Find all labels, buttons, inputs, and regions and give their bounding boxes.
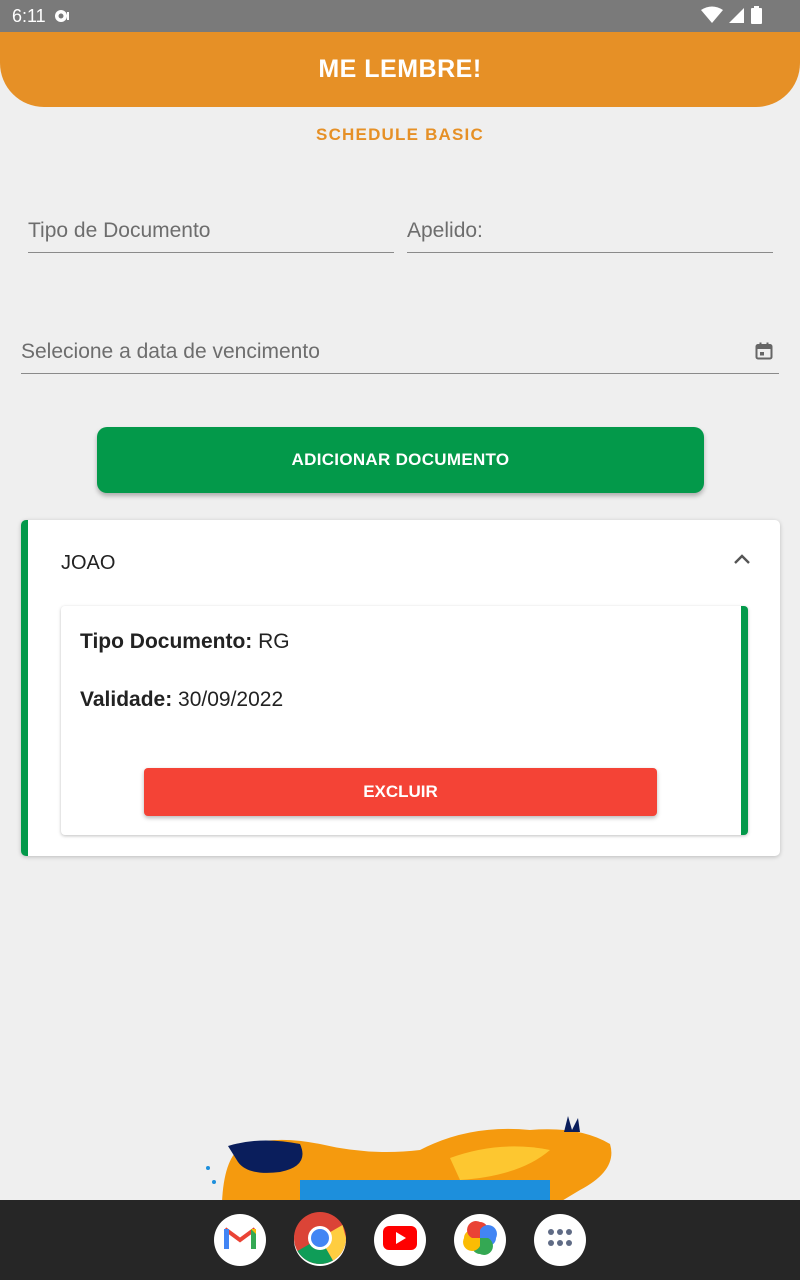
gmail-icon — [223, 1225, 257, 1256]
app-logo-image — [200, 1110, 620, 1202]
tipo-documento-value: RG — [258, 630, 290, 653]
app-bar: ME LEMBRE! — [0, 32, 800, 107]
gmail-app[interactable] — [214, 1214, 266, 1266]
data-vencimento-field[interactable] — [21, 328, 779, 374]
youtube-app[interactable] — [374, 1214, 426, 1266]
apelido-input[interactable] — [407, 207, 773, 252]
navigation-bar — [0, 1200, 800, 1280]
document-details: Tipo Documento: RG Validade: 30/09/2022 … — [61, 606, 748, 835]
battery-icon — [751, 6, 762, 29]
status-time: 6:11 — [12, 5, 46, 26]
app-subtitle: SCHEDULE BASIC — [316, 125, 484, 144]
wifi-icon — [701, 6, 723, 29]
photos-app[interactable] — [454, 1214, 506, 1266]
document-card: JOAO Tipo Documento: RG Validade: 30/09/… — [21, 520, 780, 856]
validade-row: Validade: 30/09/2022 — [80, 688, 283, 712]
chrome-app[interactable] — [294, 1211, 346, 1269]
card-title[interactable]: JOAO — [61, 552, 115, 575]
calendar-icon[interactable] — [755, 342, 773, 360]
tipo-documento-label: Tipo Documento: — [80, 630, 253, 653]
app-drawer[interactable] — [534, 1214, 586, 1266]
chevron-up-icon[interactable] — [732, 550, 752, 570]
add-document-button[interactable]: ADICIONAR DOCUMENTO — [97, 427, 704, 493]
validade-value: 30/09/2022 — [178, 688, 284, 711]
app-drawer-icon — [547, 1228, 573, 1253]
data-vencimento-input[interactable] — [21, 328, 741, 373]
apelido-field[interactable] — [407, 207, 773, 253]
status-bar: 6:11 — [0, 0, 800, 32]
photos-icon — [462, 1220, 498, 1261]
chrome-icon — [294, 1211, 346, 1269]
tipo-documento-field[interactable] — [28, 207, 394, 253]
app-title: ME LEMBRE! — [318, 55, 482, 83]
signal-icon — [729, 6, 745, 29]
tipo-documento-input[interactable] — [28, 207, 394, 252]
delete-button[interactable]: EXCLUIR — [144, 768, 657, 816]
youtube-icon — [383, 1225, 417, 1255]
tipo-documento-row: Tipo Documento: RG — [80, 630, 290, 654]
notification-icon — [54, 9, 72, 23]
validade-label: Validade: — [80, 688, 173, 711]
